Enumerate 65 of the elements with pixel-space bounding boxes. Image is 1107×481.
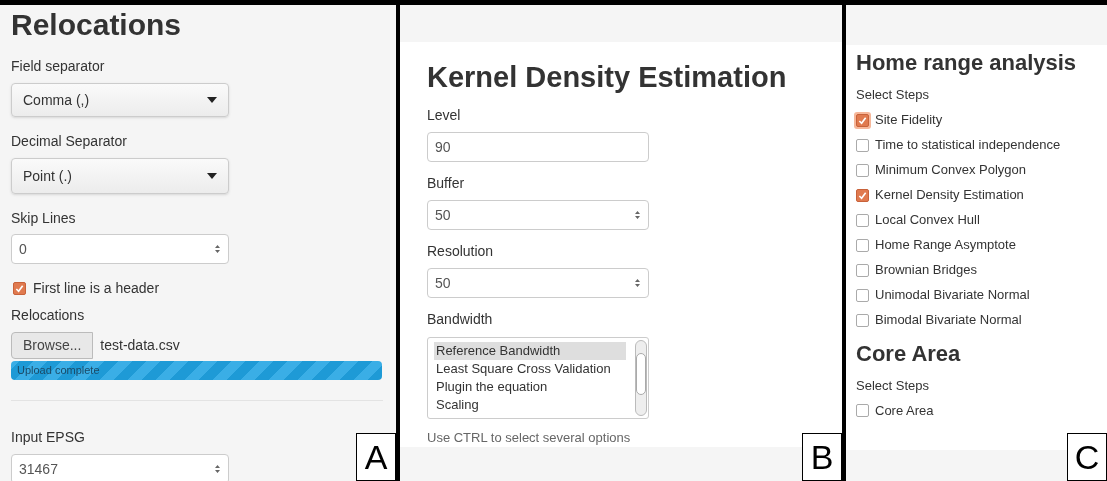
checkbox-label: First line is a header [33, 279, 160, 298]
checkbox-label: Bimodal Bivariate Normal [875, 311, 1022, 330]
field-label: Buffer [427, 174, 466, 193]
field-label: Relocations [11, 306, 86, 325]
browse-button[interactable]: Browse... [11, 332, 94, 359]
field-label: Input EPSG [11, 428, 86, 447]
section-title: Home range analysis [856, 50, 1078, 76]
step-checkbox[interactable] [856, 238, 869, 252]
file-name: test-data.csv [100, 336, 180, 355]
checkbox-label: Unimodal Bivariate Normal [875, 286, 1030, 305]
field-label: Bandwidth [427, 310, 494, 329]
checkbox-label: Kernel Density Estimation [875, 186, 1024, 205]
listbox-option[interactable]: Plugin the equation [434, 378, 635, 396]
checkmark-icon [858, 190, 867, 200]
select-dropdown[interactable]: Comma (,) [11, 83, 229, 117]
checkmark-icon [858, 115, 867, 125]
step-checkbox[interactable] [856, 313, 869, 327]
number-input[interactable]: 90 [427, 132, 649, 162]
panel-letter: A [356, 433, 396, 481]
step-checkbox[interactable] [856, 188, 869, 202]
checkmark-icon [15, 284, 24, 293]
number-input[interactable]: 31467 [11, 454, 229, 481]
step-checkbox[interactable] [856, 404, 869, 417]
bandwidth-listbox[interactable]: Reference Bandwidth Least Square Cross Validation Plugin the equation Scaling [427, 337, 649, 419]
checkbox-label: Home Range Asymptote [875, 236, 1016, 255]
field-label: Skip Lines [11, 209, 77, 228]
panel-letter: C [1067, 433, 1107, 481]
checkbox-label: Site Fidelity [875, 111, 943, 130]
checkbox-label: Core Area [875, 401, 934, 420]
listbox-option[interactable]: Reference Bandwidth [434, 342, 626, 360]
help-text: Use CTRL to select several options [427, 429, 632, 447]
section-title: Kernel Density Estimation [427, 60, 788, 94]
select-dropdown[interactable]: Point (.) [11, 158, 229, 194]
number-input[interactable]: 50 [427, 268, 649, 298]
field-label: Decimal Separator [11, 132, 128, 151]
caret-icon [207, 97, 217, 103]
step-checkbox[interactable] [856, 288, 869, 302]
header-checkbox[interactable] [13, 282, 26, 295]
listbox-option[interactable]: Least Square Cross Validation [434, 360, 635, 378]
spinner-arrows-icon[interactable] [634, 209, 641, 221]
checkbox-label: Brownian Bridges [875, 261, 977, 280]
progress-text: Upload complete [17, 363, 100, 379]
step-checkbox[interactable] [856, 213, 869, 227]
panel-letter: B [802, 433, 842, 481]
listbox-option[interactable]: Scaling [434, 396, 635, 414]
section-title: Core Area [856, 340, 962, 367]
caret-icon [207, 173, 217, 179]
checkbox-label: Time to statistical independence [875, 136, 1061, 155]
field-label: Select Steps [856, 376, 930, 395]
field-label: Field separator [11, 57, 106, 76]
spinner-arrows-icon[interactable] [214, 243, 221, 255]
number-input[interactable]: 50 [427, 200, 649, 230]
field-label: Level [427, 106, 462, 125]
checkbox-label: Local Convex Hull [875, 211, 980, 230]
checkbox-label: Minimum Convex Polygon [875, 161, 1026, 180]
step-checkbox[interactable] [856, 163, 869, 177]
spinner-arrows-icon[interactable] [634, 277, 641, 289]
number-input[interactable]: 0 [11, 234, 229, 264]
step-checkbox[interactable] [856, 263, 869, 277]
section-title: Relocations [11, 8, 183, 42]
spinner-arrows-icon[interactable] [214, 463, 221, 475]
step-checkbox[interactable] [856, 138, 869, 152]
scrollbar[interactable] [635, 340, 647, 416]
field-label: Resolution [427, 242, 495, 261]
field-label: Select Steps [856, 86, 930, 104]
